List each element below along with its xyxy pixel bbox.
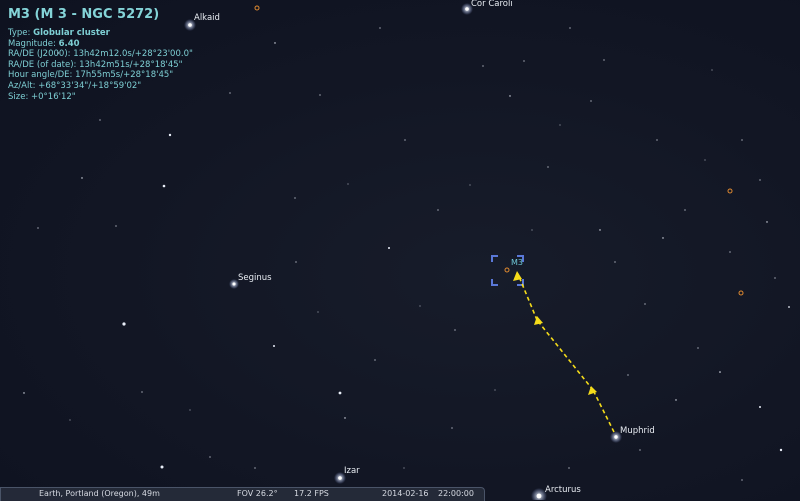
background-star (494, 389, 496, 391)
background-star (437, 209, 439, 211)
background-star (547, 166, 549, 168)
background-star (788, 306, 790, 308)
background-star (569, 27, 571, 29)
background-star (590, 100, 592, 102)
dso-marker[interactable] (254, 5, 260, 11)
background-star (168, 133, 172, 137)
background-star (684, 209, 686, 211)
background-star (81, 177, 83, 179)
background-star (317, 311, 319, 313)
background-star (627, 374, 629, 376)
background-star (23, 392, 25, 394)
background-star (697, 347, 699, 349)
status-date[interactable]: 2014-02-16 (382, 488, 429, 500)
label-alkaid: Alkaid (194, 13, 220, 23)
background-star (729, 251, 731, 253)
label-arcturus: Arcturus (545, 485, 581, 495)
object-type: Type: Globular cluster (8, 28, 110, 38)
object-magnitude: Magnitude: 6.40 (8, 38, 80, 49)
background-star (644, 303, 646, 305)
background-star (451, 427, 453, 429)
background-star (482, 65, 484, 67)
background-star (122, 322, 126, 326)
background-star (162, 184, 166, 188)
status-bar: Earth, Portland (Oregon), 49m FOV 26.2° … (0, 487, 485, 501)
az-alt: Az/Alt: +68°33'34"/+18°59'02" (8, 80, 142, 91)
background-star (523, 60, 525, 62)
background-star (759, 406, 761, 408)
status-location[interactable]: Earth, Portland (Oregon), 49m (39, 488, 160, 500)
ra-de-date: RA/DE (of date): 13h42m51s/+28°18'45" (8, 59, 183, 70)
background-star (99, 119, 101, 121)
label-muphrid: Muphrid (620, 426, 655, 436)
status-fps: 17.2 FPS (294, 489, 329, 498)
background-star (711, 69, 713, 71)
dso-marker[interactable] (727, 188, 733, 194)
background-star (404, 139, 406, 141)
background-star (675, 399, 677, 401)
background-star (568, 467, 570, 469)
background-star (294, 197, 296, 199)
background-star (779, 448, 783, 452)
background-star (509, 95, 511, 97)
background-star (319, 94, 321, 96)
label-izar: Izar (344, 466, 360, 476)
background-star (741, 479, 743, 481)
arrow-heads (513, 271, 597, 395)
background-star (209, 456, 211, 458)
label-m3: M3 (511, 258, 523, 267)
object-title: M3 (M 3 - NGC 5272) (8, 7, 160, 22)
background-star (454, 329, 456, 331)
status-time[interactable]: 22:00:00 (438, 488, 474, 500)
background-star (295, 261, 297, 263)
label-cor-caroli: Cor Caroli (471, 0, 513, 9)
background-star (639, 449, 641, 451)
object-info-panel: M3 (M 3 - NGC 5272) Type: Globular clust… (8, 6, 193, 102)
background-star (229, 92, 231, 94)
background-star (344, 417, 346, 419)
object-size: Size: +0°16'12" (8, 91, 76, 102)
background-star (115, 225, 117, 227)
label-seginus: Seginus (238, 273, 272, 283)
background-star (374, 359, 376, 361)
background-star (774, 277, 776, 279)
background-star (759, 179, 761, 181)
background-star (141, 391, 143, 393)
background-star (379, 27, 381, 29)
background-star (254, 467, 256, 469)
background-star (403, 467, 405, 469)
background-star (614, 261, 616, 263)
background-star (273, 345, 275, 347)
dso-marker[interactable] (738, 290, 744, 296)
hour-angle: Hour angle/DE: 17h55m5s/+28°18'45" (8, 70, 174, 81)
background-star (603, 59, 605, 61)
background-star (741, 139, 743, 141)
background-star (189, 409, 191, 411)
background-star (559, 124, 561, 126)
ra-de-j2000: RA/DE (J2000): 13h42m12.0s/+28°23'00.0" (8, 49, 193, 60)
background-star (37, 227, 39, 229)
background-star (160, 465, 164, 469)
background-star (274, 42, 276, 44)
status-fov: FOV 26.2° (237, 489, 278, 498)
background-star (766, 221, 768, 223)
background-star (469, 184, 471, 186)
background-star (388, 247, 390, 249)
pointer-arrow (517, 273, 615, 433)
m3-object-marker[interactable] (504, 267, 510, 273)
background-star (531, 229, 533, 231)
background-star (69, 419, 71, 421)
background-star (599, 229, 601, 231)
background-star (419, 305, 421, 307)
background-star (704, 159, 706, 161)
background-star (656, 139, 658, 141)
background-star (662, 237, 664, 239)
background-star (347, 183, 349, 185)
background-star (338, 391, 342, 395)
background-star (719, 371, 721, 373)
